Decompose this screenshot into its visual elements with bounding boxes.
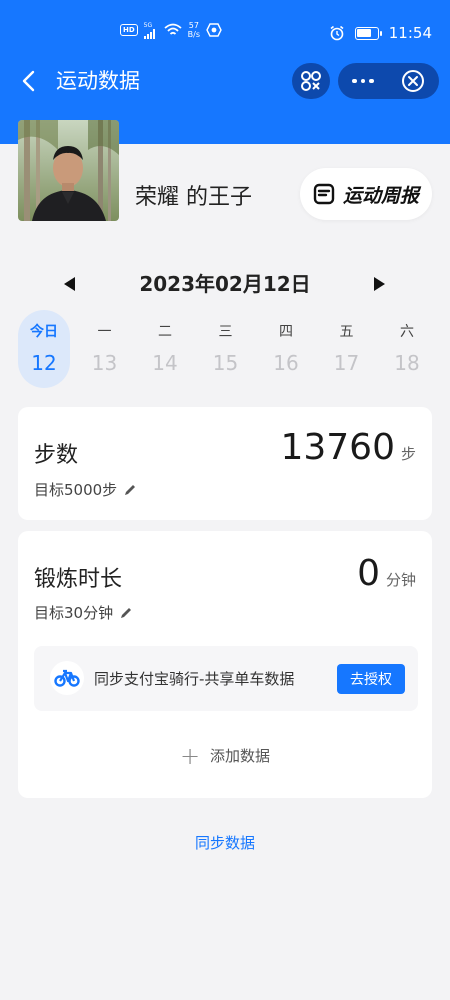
- steps-unit: 步: [400, 445, 416, 463]
- close-button[interactable]: [388, 63, 438, 99]
- more-dot: [369, 78, 374, 84]
- exercise-value: 0 分钟: [357, 553, 416, 594]
- day-item[interactable]: 一 13: [79, 310, 131, 388]
- status-time: 11:54: [388, 24, 432, 42]
- steps-goal-text: 目标5000步: [34, 481, 118, 499]
- sync-data-link[interactable]: 同步数据: [0, 832, 450, 853]
- page-title: 运动数据: [56, 69, 140, 93]
- steps-card[interactable]: 步数 目标5000步 13760 步: [18, 407, 432, 520]
- day-item[interactable]: 三 15: [200, 310, 252, 388]
- day-name: 四: [279, 324, 293, 340]
- exercise-goal-text: 目标30分钟: [34, 604, 114, 622]
- steps-title: 步数: [34, 443, 79, 468]
- day-number: 16: [273, 351, 299, 375]
- day-item[interactable]: 四 16: [260, 310, 312, 388]
- alarm-icon: [330, 25, 344, 41]
- authorize-button[interactable]: 去授权: [337, 664, 405, 694]
- day-number: 15: [212, 351, 239, 375]
- status-bar: HD 5G 57 B/s 11:54: [0, 0, 450, 52]
- network-badge: HD: [120, 24, 138, 36]
- notification-app-icon: [206, 23, 222, 37]
- bike-sync-text: 同步支付宝骑行-共享单车数据: [94, 670, 295, 688]
- day-number: 12: [31, 351, 57, 375]
- close-circle-icon: [402, 70, 424, 92]
- day-number: 18: [394, 351, 420, 375]
- add-data-label: 添加数据: [210, 747, 271, 765]
- triangle-right-icon: [374, 277, 385, 291]
- status-left: HD 5G 57 B/s: [120, 21, 222, 39]
- day-number: 17: [333, 351, 360, 375]
- more-dots-icon: [352, 78, 357, 84]
- speed-unit: B/s: [187, 30, 201, 39]
- signal-icon: [143, 28, 155, 39]
- edit-icon: [125, 484, 136, 495]
- steps-number: 13760: [280, 427, 395, 468]
- day-item[interactable]: 二 14: [139, 310, 191, 388]
- exercise-title: 锻炼时长: [34, 567, 123, 592]
- edit-icon: [121, 607, 132, 618]
- avatar[interactable]: [18, 120, 119, 221]
- previous-date-button[interactable]: [60, 274, 80, 294]
- next-date-button[interactable]: [369, 274, 389, 294]
- day-item[interactable]: 六 18: [381, 310, 433, 388]
- exercise-unit: 分钟: [385, 571, 416, 589]
- day-name: 三: [218, 324, 233, 340]
- triangle-left-icon: [64, 277, 75, 291]
- day-name: 六: [400, 324, 414, 340]
- day-name: 今日: [30, 324, 58, 340]
- more-dot: [360, 78, 366, 84]
- more-button[interactable]: [338, 63, 388, 99]
- report-icon: [313, 183, 335, 205]
- add-data-button[interactable]: + 添加数据: [18, 741, 432, 770]
- battery-icon: [354, 26, 382, 40]
- day-name: 一: [97, 324, 112, 340]
- chevron-left-icon: [22, 70, 35, 92]
- weekly-report-button[interactable]: 运动周报: [300, 168, 432, 220]
- day-number: 14: [152, 351, 178, 375]
- back-button[interactable]: [14, 66, 44, 96]
- avatar-photo: [18, 120, 119, 221]
- day-number: 13: [91, 351, 118, 375]
- wifi-icon: [164, 23, 182, 35]
- speed-value: 57: [188, 21, 199, 30]
- steps-goal[interactable]: 目标5000步: [34, 479, 137, 500]
- exercise-number: 0: [357, 553, 380, 594]
- weekly-report-label: 运动周报: [342, 184, 419, 207]
- exercise-goal[interactable]: 目标30分钟: [34, 602, 133, 623]
- network-speed: 57 B/s: [188, 21, 200, 39]
- day-item[interactable]: 今日 12: [18, 310, 70, 388]
- current-date: 2023年02月12日: [139, 272, 311, 296]
- mini-program-button[interactable]: [292, 63, 330, 99]
- username: 荣耀 的王子: [135, 185, 252, 210]
- day-name: 二: [158, 324, 172, 340]
- plus-icon: +: [179, 741, 201, 770]
- day-name: 五: [339, 324, 354, 340]
- exercise-card: 锻炼时长 目标30分钟 0 分钟 同步支付宝骑行-共享单车数据 去授权 + 添加…: [18, 531, 432, 798]
- status-right: 11:54: [329, 24, 432, 42]
- signal-label: 5G: [143, 21, 153, 29]
- bicycle-icon: [50, 661, 84, 695]
- bike-sync-row: 同步支付宝骑行-共享单车数据 去授权: [34, 646, 418, 711]
- mini-program-icon: [301, 71, 321, 91]
- capsule-menu: [338, 63, 439, 99]
- signal-indicator: 5G: [143, 21, 158, 39]
- steps-value: 13760 步: [280, 427, 416, 468]
- day-item[interactable]: 五 17: [321, 310, 373, 388]
- week-selector: 今日 12 一 13 二 14 三 15 四 16 五 17 六 18: [13, 310, 437, 390]
